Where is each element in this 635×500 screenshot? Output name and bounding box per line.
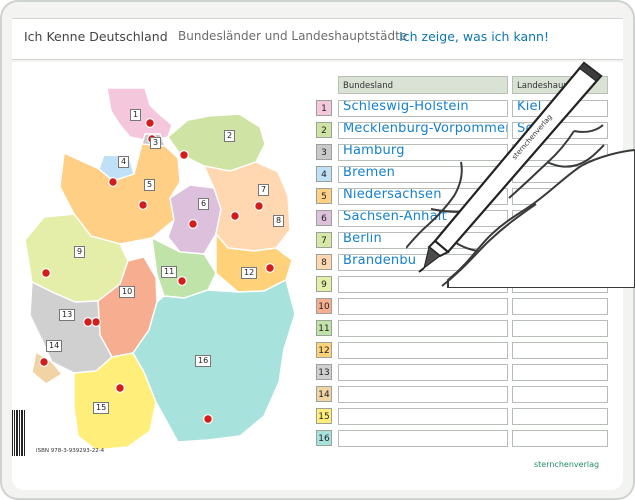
map-label-4: 4 bbox=[118, 156, 130, 168]
row-number: 2 bbox=[316, 122, 332, 138]
row-number: 11 bbox=[316, 320, 332, 336]
map-label-1: 1 bbox=[130, 109, 142, 121]
land-entry: Berlin bbox=[343, 232, 382, 246]
land-field[interactable] bbox=[338, 320, 508, 337]
capital-field[interactable] bbox=[512, 298, 608, 315]
table-row: 13 bbox=[316, 362, 616, 382]
row-number: 14 bbox=[316, 386, 332, 402]
board-slogan: Ich zeige, was ich kann! bbox=[399, 29, 549, 44]
capital-field[interactable] bbox=[512, 320, 608, 337]
map-label-7: 7 bbox=[258, 184, 270, 196]
map-label-13: 13 bbox=[59, 309, 76, 321]
table-row: 12 bbox=[316, 340, 616, 360]
map-label-14: 14 bbox=[46, 340, 63, 352]
row-number: 6 bbox=[316, 210, 332, 226]
table-row: 16 bbox=[316, 428, 616, 448]
map-label-6: 6 bbox=[198, 198, 210, 210]
map-label-16: 16 bbox=[195, 355, 212, 367]
row-number: 3 bbox=[316, 144, 332, 160]
board-title: Ich Kenne Deutschland bbox=[24, 29, 168, 44]
map-label-3: 3 bbox=[150, 137, 162, 149]
capital-field[interactable] bbox=[512, 430, 608, 447]
land-entry: Bremen bbox=[343, 166, 396, 180]
land-field[interactable] bbox=[338, 298, 508, 315]
header-bar: Ich Kenne Deutschland Bundesländer und L… bbox=[12, 18, 623, 60]
land-field[interactable] bbox=[338, 430, 508, 447]
map-label-5: 5 bbox=[144, 179, 156, 191]
row-number: 8 bbox=[316, 254, 332, 270]
table-row: 10 bbox=[316, 296, 616, 316]
row-number: 15 bbox=[316, 408, 332, 424]
land-field[interactable] bbox=[338, 364, 508, 381]
land-field[interactable] bbox=[338, 342, 508, 359]
table-row: 15 bbox=[316, 406, 616, 426]
row-number: 10 bbox=[316, 298, 332, 314]
row-number: 13 bbox=[316, 364, 332, 380]
row-number: 1 bbox=[316, 100, 332, 116]
map-label-9: 9 bbox=[74, 246, 86, 258]
land-field[interactable] bbox=[338, 386, 508, 403]
row-number: 9 bbox=[316, 276, 332, 292]
capital-field[interactable] bbox=[512, 364, 608, 381]
learning-board: Ich Kenne Deutschland Bundesländer und L… bbox=[0, 0, 635, 500]
barcode-icon bbox=[12, 410, 26, 456]
table-row: 11 bbox=[316, 318, 616, 338]
map-label-2: 2 bbox=[224, 130, 236, 142]
row-number: 5 bbox=[316, 188, 332, 204]
map-label-15: 15 bbox=[93, 402, 110, 414]
hand-with-pen-icon: sternchenverlag bbox=[406, 61, 635, 288]
map-label-layer: 1 2 3 4 5 6 7 8 9 10 11 12 13 14 15 16 bbox=[18, 70, 313, 460]
map-label-12: 12 bbox=[241, 267, 258, 279]
land-field[interactable] bbox=[338, 408, 508, 425]
table-row: 14 bbox=[316, 384, 616, 404]
board-subtitle: Bundesländer und Landeshauptstädte bbox=[178, 29, 408, 43]
publisher-logo: sternchenverlag bbox=[534, 460, 600, 469]
row-number: 4 bbox=[316, 166, 332, 182]
land-entry: Hamburg bbox=[343, 144, 405, 158]
isbn-text: ISBN 978-3-939293-22-4 bbox=[36, 448, 105, 454]
row-number: 12 bbox=[316, 342, 332, 358]
capital-field[interactable] bbox=[512, 342, 608, 359]
row-number: 16 bbox=[316, 430, 332, 446]
row-number: 7 bbox=[316, 232, 332, 248]
map-label-10: 10 bbox=[119, 286, 136, 298]
map-label-11: 11 bbox=[161, 266, 178, 278]
capital-field[interactable] bbox=[512, 386, 608, 403]
map-label-8: 8 bbox=[273, 215, 285, 227]
capital-field[interactable] bbox=[512, 408, 608, 425]
